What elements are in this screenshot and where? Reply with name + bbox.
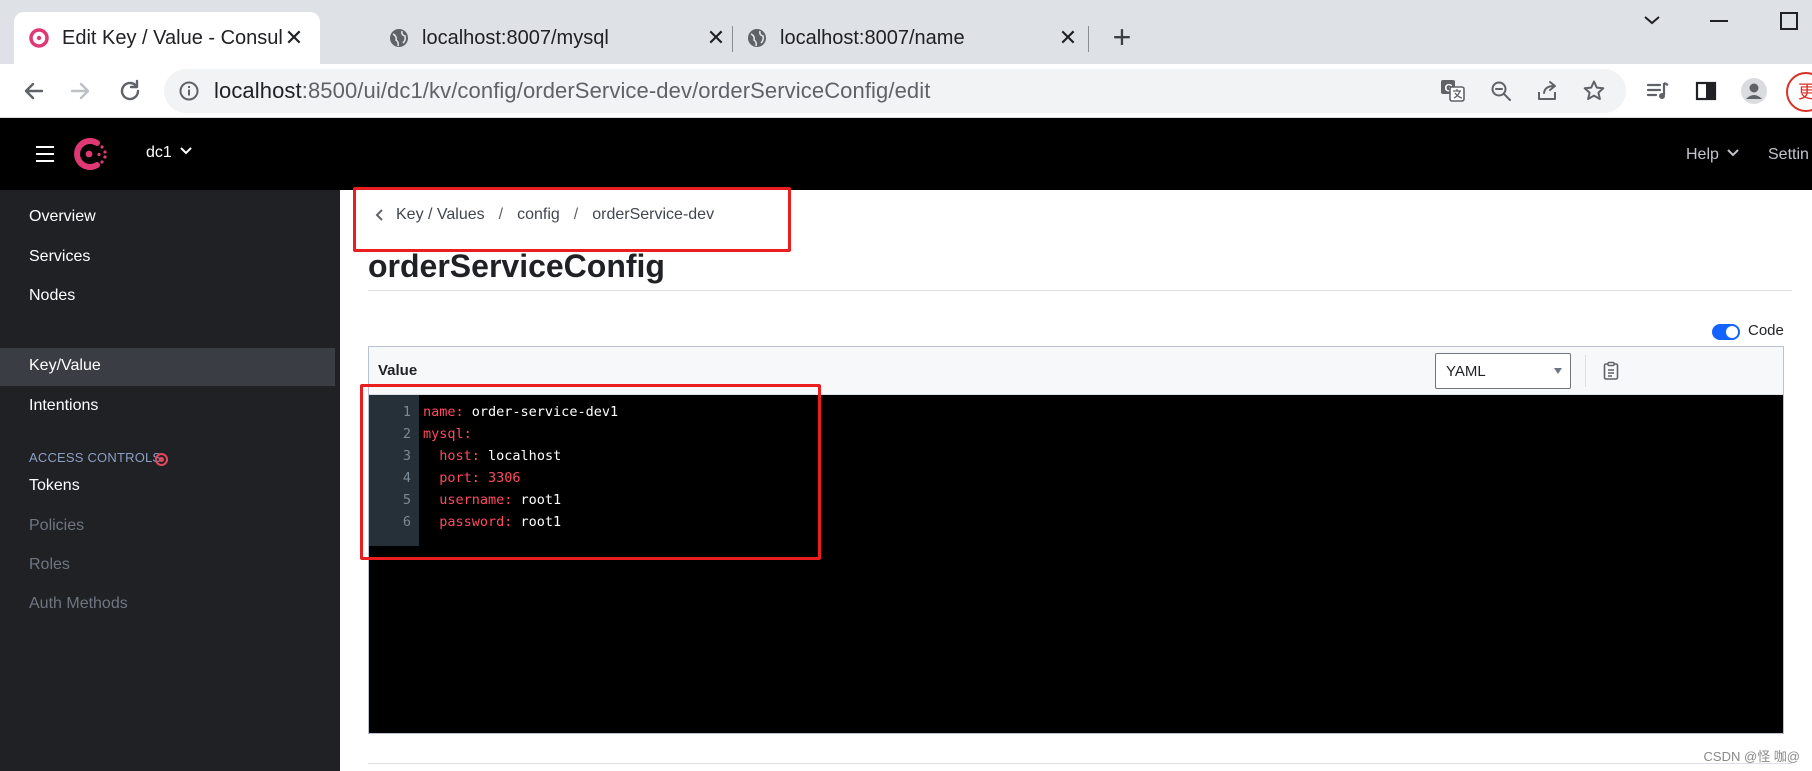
help-menu[interactable]: Help <box>1686 146 1740 164</box>
value-editor: Value YAML 1 2 3 4 5 6 name: order-servi… <box>360 346 1784 734</box>
sidebar-item-policies: Policies <box>29 517 85 534</box>
close-tab-icon[interactable]: ✕ <box>282 26 306 50</box>
sidebar-item-overview[interactable]: Overview <box>29 208 96 226</box>
sidebar-item-tokens[interactable]: Tokens <box>29 477 80 495</box>
url-text: localhost:8500/ui/dc1/kv/config/orderSer… <box>214 78 930 104</box>
tab-divider <box>732 26 733 52</box>
chevron-down-icon <box>180 147 192 155</box>
help-label: Help <box>1686 146 1719 163</box>
update-button[interactable]: 更 <box>1786 72 1812 112</box>
globe-icon <box>748 29 766 47</box>
tab-name[interactable]: localhost:8007/name ✕ <box>746 12 1086 64</box>
language-select[interactable]: YAML <box>1435 353 1571 389</box>
settings-link[interactable]: Settin <box>1768 146 1809 164</box>
tab-title: Edit Key / Value - Consul <box>62 26 283 49</box>
code-toggle-switch[interactable] <box>1712 324 1740 340</box>
media-queue-icon[interactable] <box>1644 77 1672 105</box>
new-tab-icon[interactable]: + <box>1106 21 1138 54</box>
code-editor[interactable]: 1 2 3 4 5 6 name: order-service-dev1 mys… <box>360 384 1783 733</box>
consul-logo-icon[interactable] <box>70 134 110 174</box>
url-path: :8500/ui/dc1/kv/config/orderService-dev/… <box>301 78 931 103</box>
main-content: Key / Values / config / orderService-dev… <box>340 187 1812 771</box>
bookmark-star-icon[interactable] <box>1582 79 1606 103</box>
chevron-left-icon[interactable] <box>374 208 384 222</box>
sidebar-item-intentions[interactable]: Intentions <box>29 397 98 415</box>
info-icon[interactable] <box>178 80 200 102</box>
page-title: orderServiceConfig <box>368 248 665 284</box>
breadcrumb-key-values[interactable]: Key / Values <box>396 206 485 224</box>
editor-label: Value <box>378 362 418 379</box>
chevron-down-icon[interactable] <box>1640 8 1664 32</box>
datacenter-select[interactable]: dc1 <box>146 144 192 162</box>
caret-down-icon <box>1554 368 1562 374</box>
translate-icon[interactable]: G <box>1440 79 1466 103</box>
sidebar-item-nodes[interactable]: Nodes <box>29 287 75 305</box>
back-arrow-icon[interactable] <box>20 77 48 105</box>
globe-icon <box>390 29 408 47</box>
sidebar-item-auth-methods: Auth Methods <box>29 595 128 612</box>
code-toggle-label: Code <box>1748 322 1784 339</box>
zoom-out-icon[interactable] <box>1490 80 1512 102</box>
consul-favicon-icon <box>29 28 49 48</box>
tab-title: localhost:8007/mysql <box>422 26 609 49</box>
maximize-icon[interactable] <box>1780 12 1798 30</box>
datacenter-label: dc1 <box>146 144 172 161</box>
share-icon[interactable] <box>1536 80 1560 102</box>
url-host: localhost <box>214 78 302 103</box>
highlight-box <box>360 384 821 560</box>
browser-tab-bar: Edit Key / Value - Consul ✕ localhost:80… <box>0 0 1812 64</box>
divider <box>1585 355 1586 387</box>
side-panel-icon[interactable] <box>1692 77 1720 105</box>
divider <box>368 763 1792 764</box>
forward-arrow-icon[interactable] <box>66 77 94 105</box>
address-bar[interactable]: localhost:8500/ui/dc1/kv/config/orderSer… <box>164 69 1626 113</box>
breadcrumb-separator: / <box>498 206 504 223</box>
breadcrumb-order-service-dev[interactable]: orderService-dev <box>592 206 714 224</box>
sidebar-item-key-value[interactable]: Key/Value <box>29 357 101 375</box>
browser-toolbar: localhost:8500/ui/dc1/kv/config/orderSer… <box>0 64 1812 118</box>
breadcrumb-config[interactable]: config <box>517 206 560 224</box>
reload-icon[interactable] <box>116 77 144 105</box>
close-tab-icon[interactable]: ✕ <box>704 26 728 50</box>
profile-avatar-icon[interactable] <box>1740 77 1768 105</box>
hamburger-menu-icon[interactable] <box>36 146 54 162</box>
language-value: YAML <box>1446 363 1486 380</box>
divider <box>368 290 1792 291</box>
status-dot-icon <box>155 453 168 466</box>
tab-divider <box>1088 26 1089 52</box>
breadcrumb-separator: / <box>573 206 579 223</box>
tab-title: localhost:8007/name <box>780 26 965 49</box>
sidebar-item-services[interactable]: Services <box>29 248 90 266</box>
access-controls-heading: ACCESS CONTROLS <box>29 450 162 465</box>
sidebar-item-roles: Roles <box>29 556 70 573</box>
copy-clipboard-icon[interactable] <box>1601 361 1621 381</box>
breadcrumb: Key / Values / config / orderService-dev <box>374 206 714 224</box>
consul-header: dc1 Help Settin <box>0 118 1812 190</box>
tab-mysql[interactable]: localhost:8007/mysql ✕ <box>388 12 728 64</box>
sidebar: Overview Services Nodes Key/Value Intent… <box>0 190 340 771</box>
close-tab-icon[interactable]: ✕ <box>1056 26 1080 50</box>
tab-consul[interactable]: Edit Key / Value - Consul ✕ <box>14 12 320 64</box>
minimize-icon[interactable] <box>1710 20 1728 22</box>
chevron-down-icon <box>1727 149 1740 157</box>
watermark: CSDN @怪 咖@ <box>1703 749 1800 764</box>
